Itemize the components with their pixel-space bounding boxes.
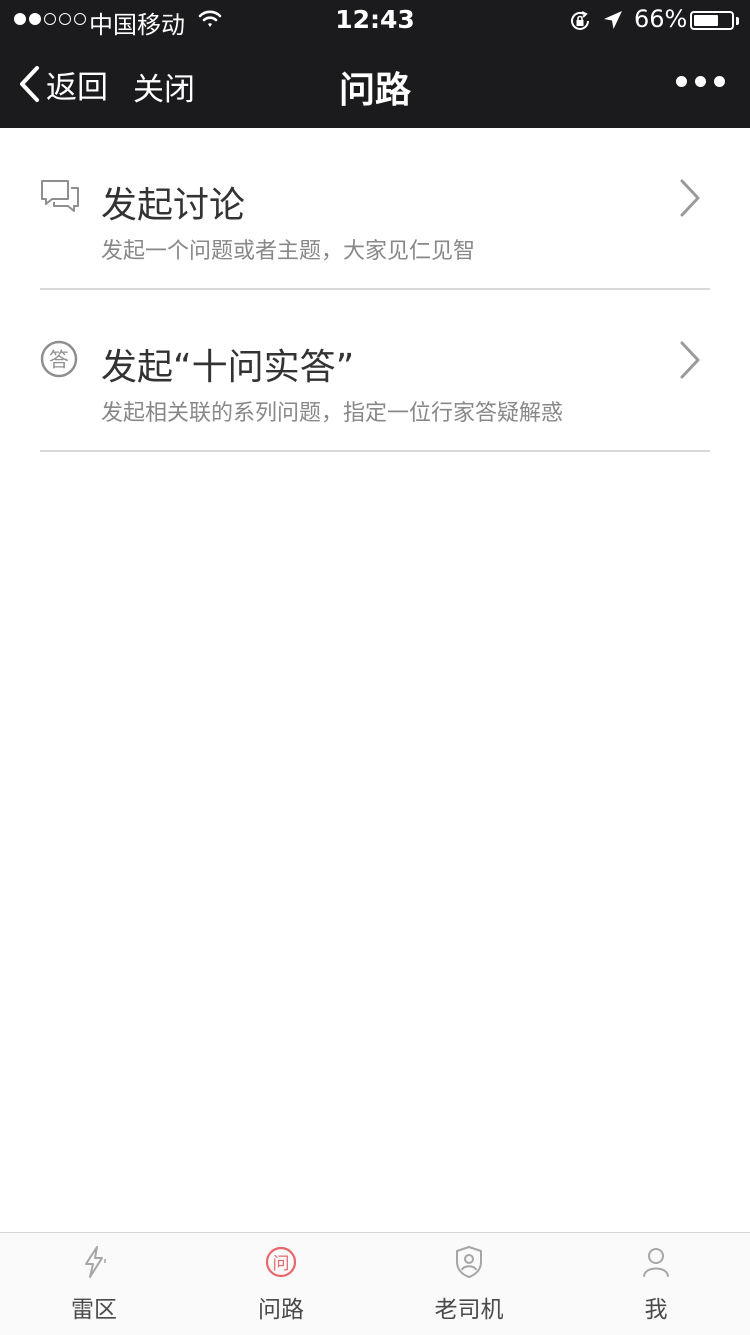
start-discussion-item[interactable]: 发起讨论 发起一个问题或者主题，大家见仁见智 (40, 128, 710, 290)
more-menu-button[interactable] (676, 76, 725, 87)
tab-me[interactable]: 我 (562, 1233, 750, 1335)
start-ten-questions-item[interactable]: 答 发起“十问实答” 发起相关联的系列问题，指定一位行家答疑解惑 (40, 290, 710, 452)
chevron-left-icon (20, 66, 39, 102)
tab-wenlu[interactable]: 问 问路 (187, 1233, 375, 1335)
ask-icon: 问 (265, 1246, 297, 1278)
battery-percent: 66% (634, 5, 688, 33)
nav-bar: 返回 关闭 问路 (0, 40, 750, 128)
rotation-lock-icon (571, 11, 589, 30)
more-dot (714, 76, 725, 87)
chat-bubbles-icon (41, 180, 79, 212)
back-button-label: 返回 (46, 69, 108, 106)
status-bar: 中国移动 12:43 66% (0, 0, 750, 40)
tab-leiqu[interactable]: 雷区 (0, 1233, 188, 1335)
close-button[interactable]: 关闭 (133, 64, 195, 109)
chevron-right-icon (680, 179, 700, 217)
back-button[interactable]: 返回 (18, 62, 108, 106)
tab-label: 老司机 (434, 1297, 504, 1323)
tab-laosiji[interactable]: 老司机 (375, 1233, 563, 1335)
item-title: 发起讨论 (101, 185, 246, 226)
item-title: 发起“十问实答” (101, 347, 355, 388)
more-dot (676, 76, 687, 87)
item-description: 发起一个问题或者主题，大家见仁见智 (101, 239, 476, 264)
tab-label: 问路 (258, 1297, 304, 1323)
item-description: 发起相关联的系列问题，指定一位行家答疑解惑 (101, 401, 564, 426)
person-icon (643, 1248, 669, 1277)
more-dot (695, 76, 706, 87)
svg-text:答: 答 (49, 348, 69, 372)
tab-bar: 雷区 问 问路 老司机 我 (0, 1232, 750, 1335)
shield-user-icon (456, 1246, 482, 1278)
page-title: 问路 (338, 70, 411, 111)
battery-icon (690, 11, 734, 30)
svg-text:问: 问 (273, 1254, 290, 1274)
location-arrow-icon (604, 11, 622, 29)
chevron-right-icon (680, 341, 700, 379)
tab-label: 我 (644, 1297, 668, 1323)
tab-label: 雷区 (71, 1297, 117, 1323)
lightning-icon (85, 1246, 106, 1278)
divider (40, 450, 710, 452)
answer-badge-icon: 答 (40, 340, 78, 378)
